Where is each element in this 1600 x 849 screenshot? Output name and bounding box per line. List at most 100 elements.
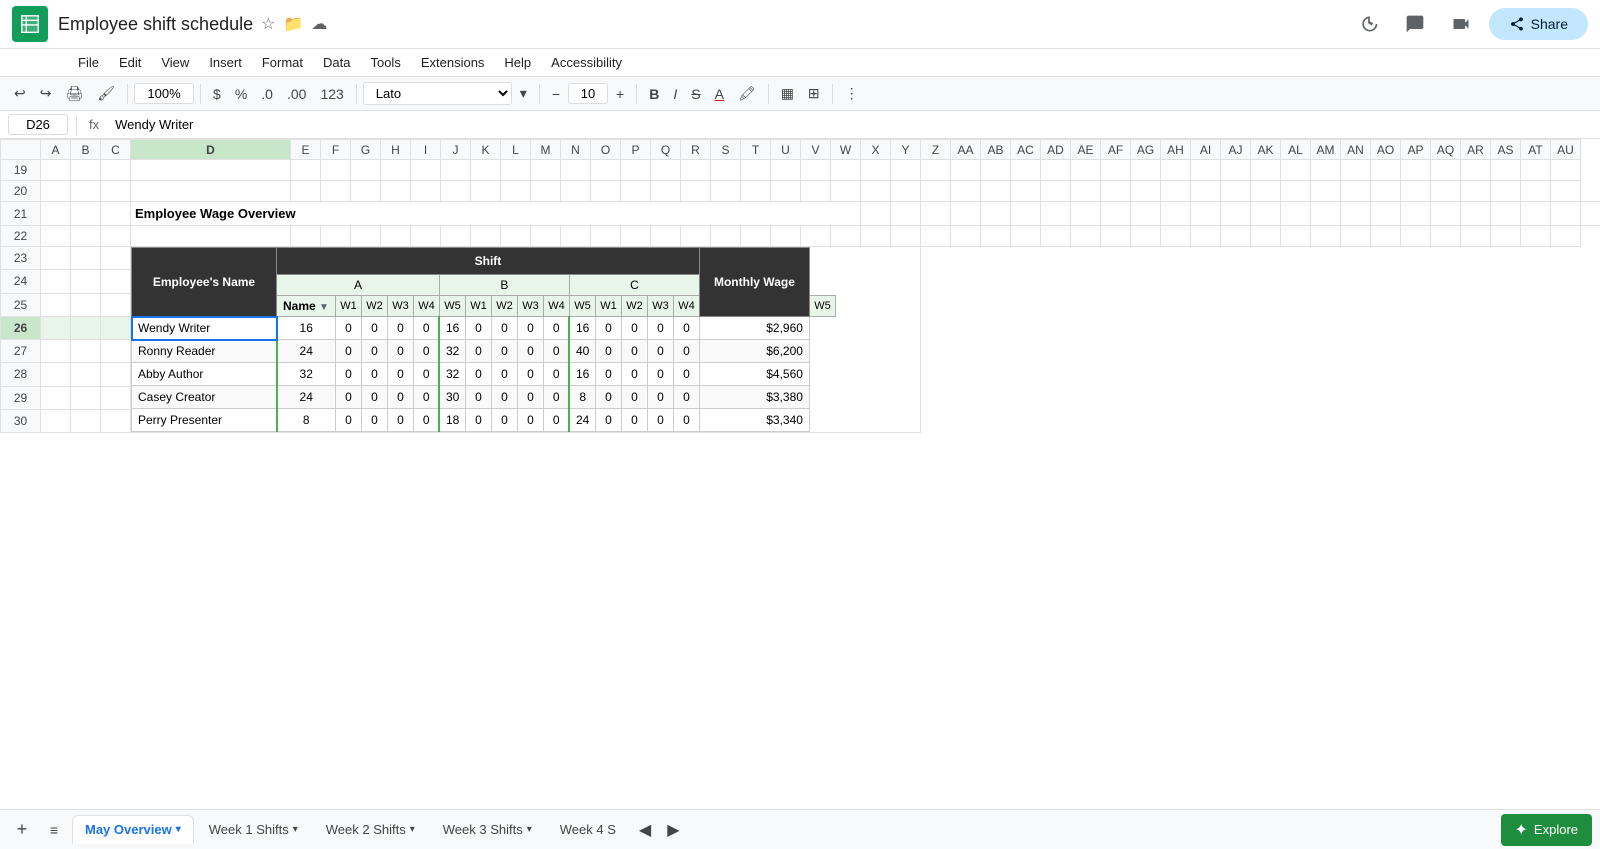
col-header-AH[interactable]: AH [1161, 140, 1191, 160]
wage-cell-2-5[interactable]: 32 [439, 363, 465, 386]
cell-I22[interactable] [411, 226, 441, 247]
wage-cell-1-2[interactable]: 0 [361, 340, 387, 363]
wage-cell-1-0[interactable]: 24 [277, 340, 336, 363]
cell-K20[interactable] [471, 181, 501, 202]
cell-AQ22[interactable] [1431, 226, 1461, 247]
cell-AN20[interactable] [1341, 181, 1371, 202]
col-header-AS[interactable]: AS [1491, 140, 1521, 160]
cell-M21[interactable] [1101, 202, 1131, 226]
col-header-AM[interactable]: AM [1311, 140, 1341, 160]
wage-cell-0-4[interactable]: 0 [413, 317, 439, 340]
cell-AK19[interactable] [1251, 160, 1281, 181]
cell-U20[interactable] [771, 181, 801, 202]
cell-A30[interactable] [41, 409, 71, 432]
cell-F22[interactable] [321, 226, 351, 247]
cell-AM19[interactable] [1311, 160, 1341, 181]
cell-J22[interactable] [441, 226, 471, 247]
wage-cell-4-14[interactable]: 0 [673, 409, 699, 432]
wage-cell-1-3[interactable]: 0 [387, 340, 413, 363]
wage-cell-4-12[interactable]: 0 [621, 409, 647, 432]
wage-cell-2-6[interactable]: 0 [465, 363, 491, 386]
menu-accessibility[interactable]: Accessibility [543, 51, 630, 74]
cell-Z21[interactable] [1491, 202, 1521, 226]
cell-AA19[interactable] [951, 160, 981, 181]
cell-L20[interactable] [501, 181, 531, 202]
explore-button[interactable]: ✦ Explore [1501, 814, 1592, 846]
cell-A22[interactable] [41, 226, 71, 247]
col-header-AL[interactable]: AL [1281, 140, 1311, 160]
currency-button[interactable]: $ [207, 82, 227, 106]
cell-AQ19[interactable] [1431, 160, 1461, 181]
col-header-W[interactable]: W [831, 140, 861, 160]
col-header-P[interactable]: P [621, 140, 651, 160]
wage-cell-4-13[interactable]: 0 [647, 409, 673, 432]
wage-cell-4-0[interactable]: 8 [277, 409, 336, 432]
menu-file[interactable]: File [70, 51, 107, 74]
cell-K22[interactable] [471, 226, 501, 247]
cell-R22[interactable] [681, 226, 711, 247]
cell-AG22[interactable] [1131, 226, 1161, 247]
cell-AT19[interactable] [1521, 160, 1551, 181]
cell-D21[interactable]: Employee Wage Overview [131, 202, 861, 226]
cell-AA21[interactable] [1521, 202, 1551, 226]
menu-view[interactable]: View [153, 51, 197, 74]
wage-cell-4-2[interactable]: 0 [361, 409, 387, 432]
cell-U22[interactable] [771, 226, 801, 247]
cell-B26[interactable] [71, 316, 101, 339]
cell-Z19[interactable] [921, 160, 951, 181]
col-header-N[interactable]: N [561, 140, 591, 160]
wage-cell-0-13[interactable]: 0 [647, 317, 673, 340]
col-header-AN[interactable]: AN [1341, 140, 1371, 160]
wage-cell-3-5[interactable]: 30 [439, 386, 465, 409]
wage-cell-3-6[interactable]: 0 [465, 386, 491, 409]
cell-W21[interactable] [1401, 202, 1431, 226]
font-dropdown-icon[interactable]: ▾ [514, 81, 533, 106]
cell-AK20[interactable] [1251, 181, 1281, 202]
cell-C23[interactable] [101, 247, 131, 270]
cell-AF22[interactable] [1101, 226, 1131, 247]
cell-C19[interactable] [101, 160, 131, 181]
col-header-AP[interactable]: AP [1401, 140, 1431, 160]
cell-B30[interactable] [71, 409, 101, 432]
font-selector[interactable]: Lato Arial Times New Roman [363, 82, 512, 105]
cell-A25[interactable] [41, 293, 71, 316]
cell-R19[interactable] [681, 160, 711, 181]
cell-F20[interactable] [321, 181, 351, 202]
col-header-AI[interactable]: AI [1191, 140, 1221, 160]
cell-A23[interactable] [41, 247, 71, 270]
sheet-menu-button[interactable]: ≡ [40, 816, 68, 844]
cell-A19[interactable] [41, 160, 71, 181]
cell-AE20[interactable] [1071, 181, 1101, 202]
cell-AO19[interactable] [1371, 160, 1401, 181]
cell-AM20[interactable] [1311, 181, 1341, 202]
tab-scroll-right[interactable]: ▶ [661, 816, 685, 844]
cell-C27[interactable] [101, 340, 131, 363]
cell-I19[interactable] [411, 160, 441, 181]
wage-employee-name-4[interactable]: Perry Presenter [132, 409, 277, 432]
col-header-AC[interactable]: AC [1011, 140, 1041, 160]
cell-A26[interactable] [41, 316, 71, 339]
col-header-J[interactable]: J [441, 140, 471, 160]
wage-cell-3-4[interactable]: 0 [413, 386, 439, 409]
wage-cell-2-11[interactable]: 0 [595, 363, 621, 386]
cell-AH22[interactable] [1161, 226, 1191, 247]
wage-cell-2-1[interactable]: 0 [335, 363, 361, 386]
wage-cell-0-9[interactable]: 0 [543, 317, 569, 340]
col-header-O[interactable]: O [591, 140, 621, 160]
cell-AG20[interactable] [1131, 181, 1161, 202]
cell-D19[interactable] [131, 160, 291, 181]
menu-data[interactable]: Data [315, 51, 358, 74]
cell-A29[interactable] [41, 386, 71, 409]
cell-Y20[interactable] [891, 181, 921, 202]
col-header-X[interactable]: X [861, 140, 891, 160]
cell-G19[interactable] [351, 160, 381, 181]
cell-AI22[interactable] [1191, 226, 1221, 247]
cell-AS20[interactable] [1491, 181, 1521, 202]
col-header-R[interactable]: R [681, 140, 711, 160]
col-header-AJ[interactable]: AJ [1221, 140, 1251, 160]
col-header-AA[interactable]: AA [951, 140, 981, 160]
cell-B22[interactable] [71, 226, 101, 247]
cell-AA22[interactable] [951, 226, 981, 247]
cell-A21[interactable] [41, 202, 71, 226]
sheet-tab-3[interactable]: Week 3 Shifts▾ [430, 815, 545, 844]
